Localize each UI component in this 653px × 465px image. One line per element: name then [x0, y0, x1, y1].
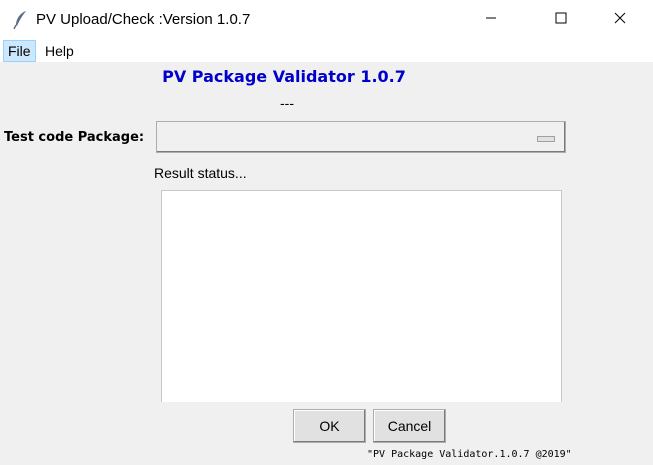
close-button[interactable]	[597, 0, 643, 40]
dropdown-handle-icon[interactable]	[537, 136, 555, 142]
window-title: PV Upload/Check :Version 1.0.7	[36, 11, 251, 28]
title-bar[interactable]: PV Upload/Check :Version 1.0.7	[0, 0, 653, 41]
maximize-button[interactable]	[538, 0, 584, 40]
minimize-button[interactable]	[468, 0, 514, 40]
result-status-label: Result status...	[154, 165, 247, 181]
ok-button[interactable]: OK	[293, 409, 366, 443]
menu-help[interactable]: Help	[41, 41, 78, 61]
status-dashes: ---	[280, 95, 294, 111]
result-textarea[interactable]	[161, 190, 562, 402]
package-dropdown[interactable]	[156, 121, 566, 153]
app-heading: PV Package Validator 1.0.7	[162, 67, 406, 86]
menu-file[interactable]: File	[3, 40, 36, 62]
feather-icon	[12, 10, 30, 30]
package-label: Test code Package:	[4, 130, 145, 145]
close-icon	[614, 11, 626, 29]
cancel-button[interactable]: Cancel	[373, 409, 446, 443]
footer-version: "PV Package Validator.1.0.7 @2019"	[367, 449, 572, 460]
maximize-icon	[555, 11, 567, 29]
menu-bar: File Help	[0, 40, 653, 62]
minimize-icon	[485, 11, 497, 29]
